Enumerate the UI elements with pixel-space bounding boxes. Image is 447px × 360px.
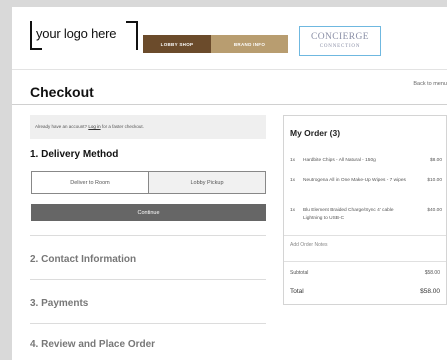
- step-divider: [30, 279, 266, 280]
- step-contact-information[interactable]: 2. Contact Information: [30, 254, 136, 265]
- logo-text: your logo here: [36, 26, 117, 41]
- back-to-menu-link[interactable]: Back to menu: [413, 81, 447, 87]
- step-payments[interactable]: 3. Payments: [30, 298, 88, 309]
- subtotal-value: $58.00: [424, 270, 440, 276]
- subtotal-label: Subtotal: [290, 270, 309, 276]
- brand-logo[interactable]: your logo here: [30, 21, 138, 50]
- item-name: Hardbite Chips - All Natural - 150g: [303, 158, 376, 163]
- item-price: $10.00: [427, 178, 442, 183]
- main-nav: LOBBY SHOP BRAND INFO: [143, 35, 288, 53]
- title-divider: [12, 104, 447, 105]
- step-divider: [30, 323, 266, 324]
- header-divider: [12, 69, 447, 70]
- item-qty: 1x: [290, 208, 296, 213]
- item-name: Neutrogena All in One Make-Up Wipes - 7 …: [303, 178, 406, 183]
- logo-bracket-right: [126, 21, 138, 50]
- checkout-page: your logo here LOBBY SHOP BRAND INFO CON…: [12, 7, 447, 360]
- lobby-pickup-option[interactable]: Lobby Pickup: [148, 172, 265, 193]
- order-divider: [284, 261, 446, 262]
- concierge-connection-logo: CONCIERGE CONNECTION: [299, 26, 381, 56]
- step-divider: [30, 235, 266, 236]
- signin-text: Already have an account? Log in for a fa…: [35, 124, 144, 129]
- order-summary: My Order (3) 1x Hardbite Chips - All Nat…: [283, 115, 447, 305]
- login-link[interactable]: Log in: [88, 124, 100, 129]
- item-price: $40.00: [427, 208, 442, 213]
- item-qty: 1x: [290, 158, 296, 163]
- concierge-logo-line1: CONCIERGE: [311, 32, 369, 43]
- item-name: Blu Element Braided Charge/Sync 4' cable…: [303, 208, 394, 221]
- total-label: Total: [290, 288, 304, 295]
- item-qty: 1x: [290, 178, 296, 183]
- continue-button[interactable]: Continue: [31, 204, 266, 221]
- step-review-place-order[interactable]: 4. Review and Place Order: [30, 339, 155, 350]
- deliver-to-room-option[interactable]: Deliver to Room: [32, 172, 148, 193]
- delivery-method-heading: 1. Delivery Method: [30, 149, 119, 160]
- order-divider: [284, 235, 446, 236]
- nav-lobby-shop[interactable]: LOBBY SHOP: [143, 35, 211, 53]
- signin-suffix: for a faster checkout.: [101, 124, 144, 129]
- delivery-options: Deliver to Room Lobby Pickup: [31, 171, 266, 194]
- signin-prefix: Already have an account?: [35, 124, 88, 129]
- page-title: Checkout: [30, 84, 94, 100]
- order-title: My Order (3): [290, 128, 341, 138]
- nav-brand-info[interactable]: BRAND INFO: [211, 35, 288, 53]
- signin-prompt: Already have an account? Log in for a fa…: [30, 115, 266, 139]
- site-header: your logo here LOBBY SHOP BRAND INFO CON…: [12, 7, 447, 69]
- total-value: $58.00: [420, 288, 440, 295]
- add-order-notes-link[interactable]: Add Order Notes: [290, 242, 328, 248]
- item-price: $8.00: [429, 158, 442, 163]
- concierge-logo-line2: CONNECTION: [319, 43, 361, 49]
